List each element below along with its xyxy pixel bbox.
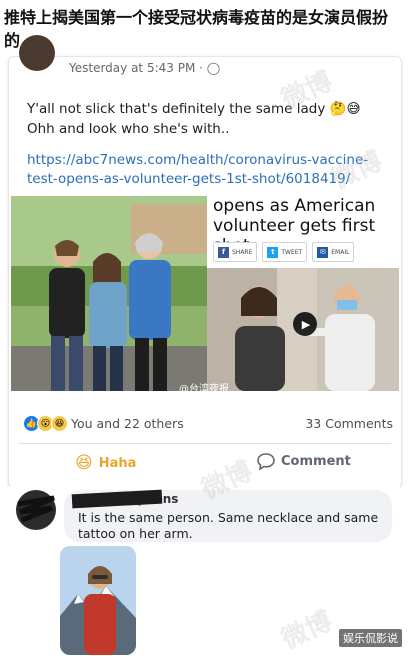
play-icon: ▶ xyxy=(301,317,311,331)
corner-badge: 娱乐侃影说 xyxy=(339,629,402,647)
comment-label: Comment xyxy=(281,454,351,469)
email-label: EMAIL xyxy=(331,248,350,256)
comment-photo[interactable] xyxy=(60,546,136,655)
share-label: SHARE xyxy=(232,248,253,256)
email-share-button[interactable]: ✉ EMAIL xyxy=(312,242,355,262)
reaction-summary[interactable]: 👍 😮 😆 You and 22 others 33 Comments xyxy=(23,415,393,435)
article-link[interactable]: https://abc7news.com/health/coronavirus-… xyxy=(27,151,387,189)
twitter-share-button[interactable]: t TWEET xyxy=(262,242,308,262)
haha-label: Haha xyxy=(98,455,137,471)
divider xyxy=(19,443,391,444)
haha-emoji-icon: 😆 xyxy=(75,453,93,473)
photo-watermark: @台湾夜报 xyxy=(179,384,229,395)
reaction-icons: 👍 😮 😆 xyxy=(23,415,68,432)
haha-icon: 😆 xyxy=(51,415,68,432)
comment-text: It is the same person. Same necklace and… xyxy=(78,510,379,541)
comment-photo-image xyxy=(60,546,136,655)
facebook-share-button[interactable]: f SHARE xyxy=(213,242,258,262)
facebook-icon: f xyxy=(218,246,229,258)
comment-button[interactable]: Comment xyxy=(257,453,351,470)
reaction-count[interactable]: You and 22 others xyxy=(71,416,184,431)
share-buttons: f SHARE t TWEET ✉ EMAIL xyxy=(213,242,355,262)
poster-avatar[interactable] xyxy=(19,35,55,71)
group-photo-image xyxy=(11,196,207,391)
twitter-icon: t xyxy=(267,246,279,258)
comment-bubble: Shay Stephens It is the same person. Sam… xyxy=(64,489,392,542)
post-timestamp[interactable]: Yesterday at 5:43 PM · ◯ xyxy=(69,61,220,75)
email-icon: ✉ xyxy=(317,246,329,258)
news-video[interactable]: ▶ xyxy=(207,268,399,391)
group-photo[interactable] xyxy=(11,196,207,391)
haha-button[interactable]: 😆 Haha xyxy=(75,453,136,473)
commenter-avatar[interactable] xyxy=(16,490,56,530)
play-button[interactable]: ▶ xyxy=(293,312,317,336)
scribble-icon xyxy=(17,495,55,523)
page-title: 推特上揭美国第一个接受冠状病毒疫苗的是女演员假扮的 xyxy=(4,8,389,50)
tweet-label: TWEET xyxy=(281,248,303,256)
comment-icon xyxy=(257,453,275,470)
article-preview[interactable]: opens as American volunteer gets first s… xyxy=(207,196,399,391)
facebook-post-card: Yesterday at 5:43 PM · ◯ Y'all not slick… xyxy=(8,35,402,488)
post-text: Y'all not slick that's definitely the sa… xyxy=(27,101,361,137)
action-bar: 😆 Haha Comment xyxy=(19,449,391,479)
comments-count[interactable]: 33 Comments xyxy=(305,416,393,431)
